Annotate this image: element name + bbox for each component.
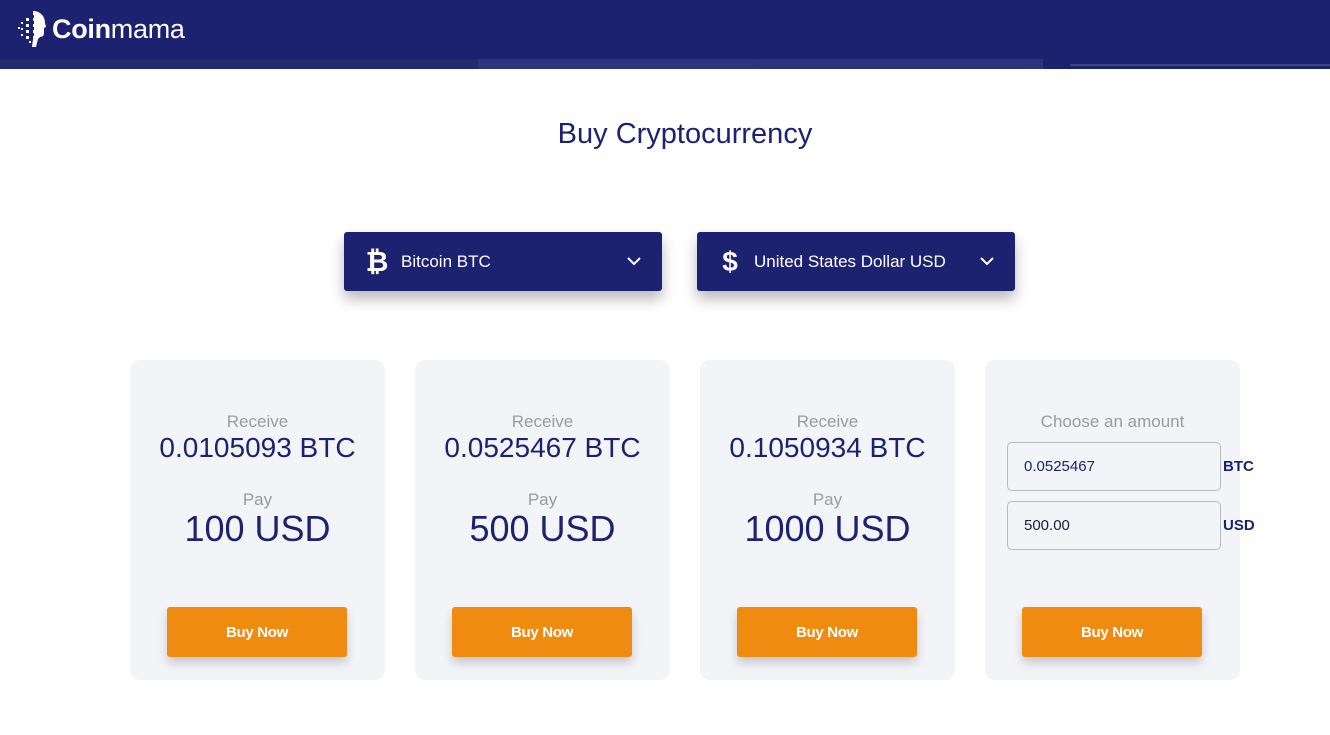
receive-label: Receive bbox=[226, 412, 289, 431]
offer-card-500: Receive 0.0525467 BTC Pay 500 USD Buy No… bbox=[415, 360, 670, 680]
top-navigation-bar: Coinmama bbox=[0, 0, 1330, 69]
logo-face-icon bbox=[18, 11, 46, 47]
crypto-amount-field[interactable]: BTC bbox=[1007, 442, 1254, 491]
pay-label: Pay bbox=[242, 490, 273, 509]
dollar-icon: $ bbox=[722, 246, 738, 277]
fiat-select-label: United States Dollar USD bbox=[754, 251, 946, 271]
bitcoin-icon: ₿ bbox=[365, 246, 389, 277]
buy-now-button[interactable]: Buy Now bbox=[737, 607, 917, 657]
crypto-unit-label: BTC bbox=[1223, 458, 1254, 475]
crypto-amount-input[interactable] bbox=[1008, 458, 1223, 475]
nav-strip bbox=[478, 59, 753, 69]
crypto-select-label: Bitcoin BTC bbox=[401, 251, 491, 271]
brand-name-bold: Coin bbox=[52, 14, 111, 44]
pay-label: Pay bbox=[812, 490, 843, 509]
buy-now-button[interactable]: Buy Now bbox=[167, 607, 347, 657]
brand-name-light: mama bbox=[110, 14, 185, 44]
pay-label: Pay bbox=[527, 490, 558, 509]
pay-amount: 1000 USD bbox=[744, 508, 911, 549]
page-title: Buy Cryptocurrency bbox=[557, 118, 813, 150]
fiat-amount-input[interactable] bbox=[1008, 517, 1223, 534]
offer-card-100: Receive 0.0105093 BTC Pay 100 USD Buy No… bbox=[130, 360, 385, 680]
receive-label: Receive bbox=[511, 412, 574, 431]
fiat-currency-select[interactable]: $ United States Dollar USD bbox=[697, 232, 1015, 291]
buy-now-button[interactable]: Buy Now bbox=[452, 607, 632, 657]
crypto-currency-select[interactable]: ₿ Bitcoin BTC bbox=[344, 232, 662, 291]
offer-card-1000: Receive 0.1050934 BTC Pay 1000 USD Buy N… bbox=[700, 360, 955, 680]
chevron-down-icon bbox=[979, 232, 995, 291]
receive-label: Receive bbox=[796, 412, 859, 431]
nav-strip bbox=[0, 59, 478, 69]
coinmama-logo[interactable]: Coinmama bbox=[18, 9, 185, 49]
custom-amount-card: Choose an amount BTC USD Buy Now bbox=[985, 360, 1255, 680]
fiat-unit-label: USD bbox=[1223, 517, 1255, 534]
receive-amount: 0.1050934 BTC bbox=[729, 432, 926, 463]
nav-strip bbox=[1070, 64, 1330, 66]
pay-amount: 500 USD bbox=[469, 508, 616, 549]
fiat-amount-field[interactable]: USD bbox=[1007, 501, 1255, 550]
nav-strip bbox=[753, 59, 1043, 69]
brand-name: Coinmama bbox=[52, 9, 185, 49]
buy-now-button[interactable]: Buy Now bbox=[1022, 607, 1202, 657]
receive-amount: 0.0525467 BTC bbox=[444, 432, 641, 463]
choose-amount-label: Choose an amount bbox=[1040, 412, 1185, 431]
receive-amount: 0.0105093 BTC bbox=[159, 432, 356, 463]
pay-amount: 100 USD bbox=[184, 508, 331, 549]
chevron-down-icon bbox=[626, 232, 642, 291]
